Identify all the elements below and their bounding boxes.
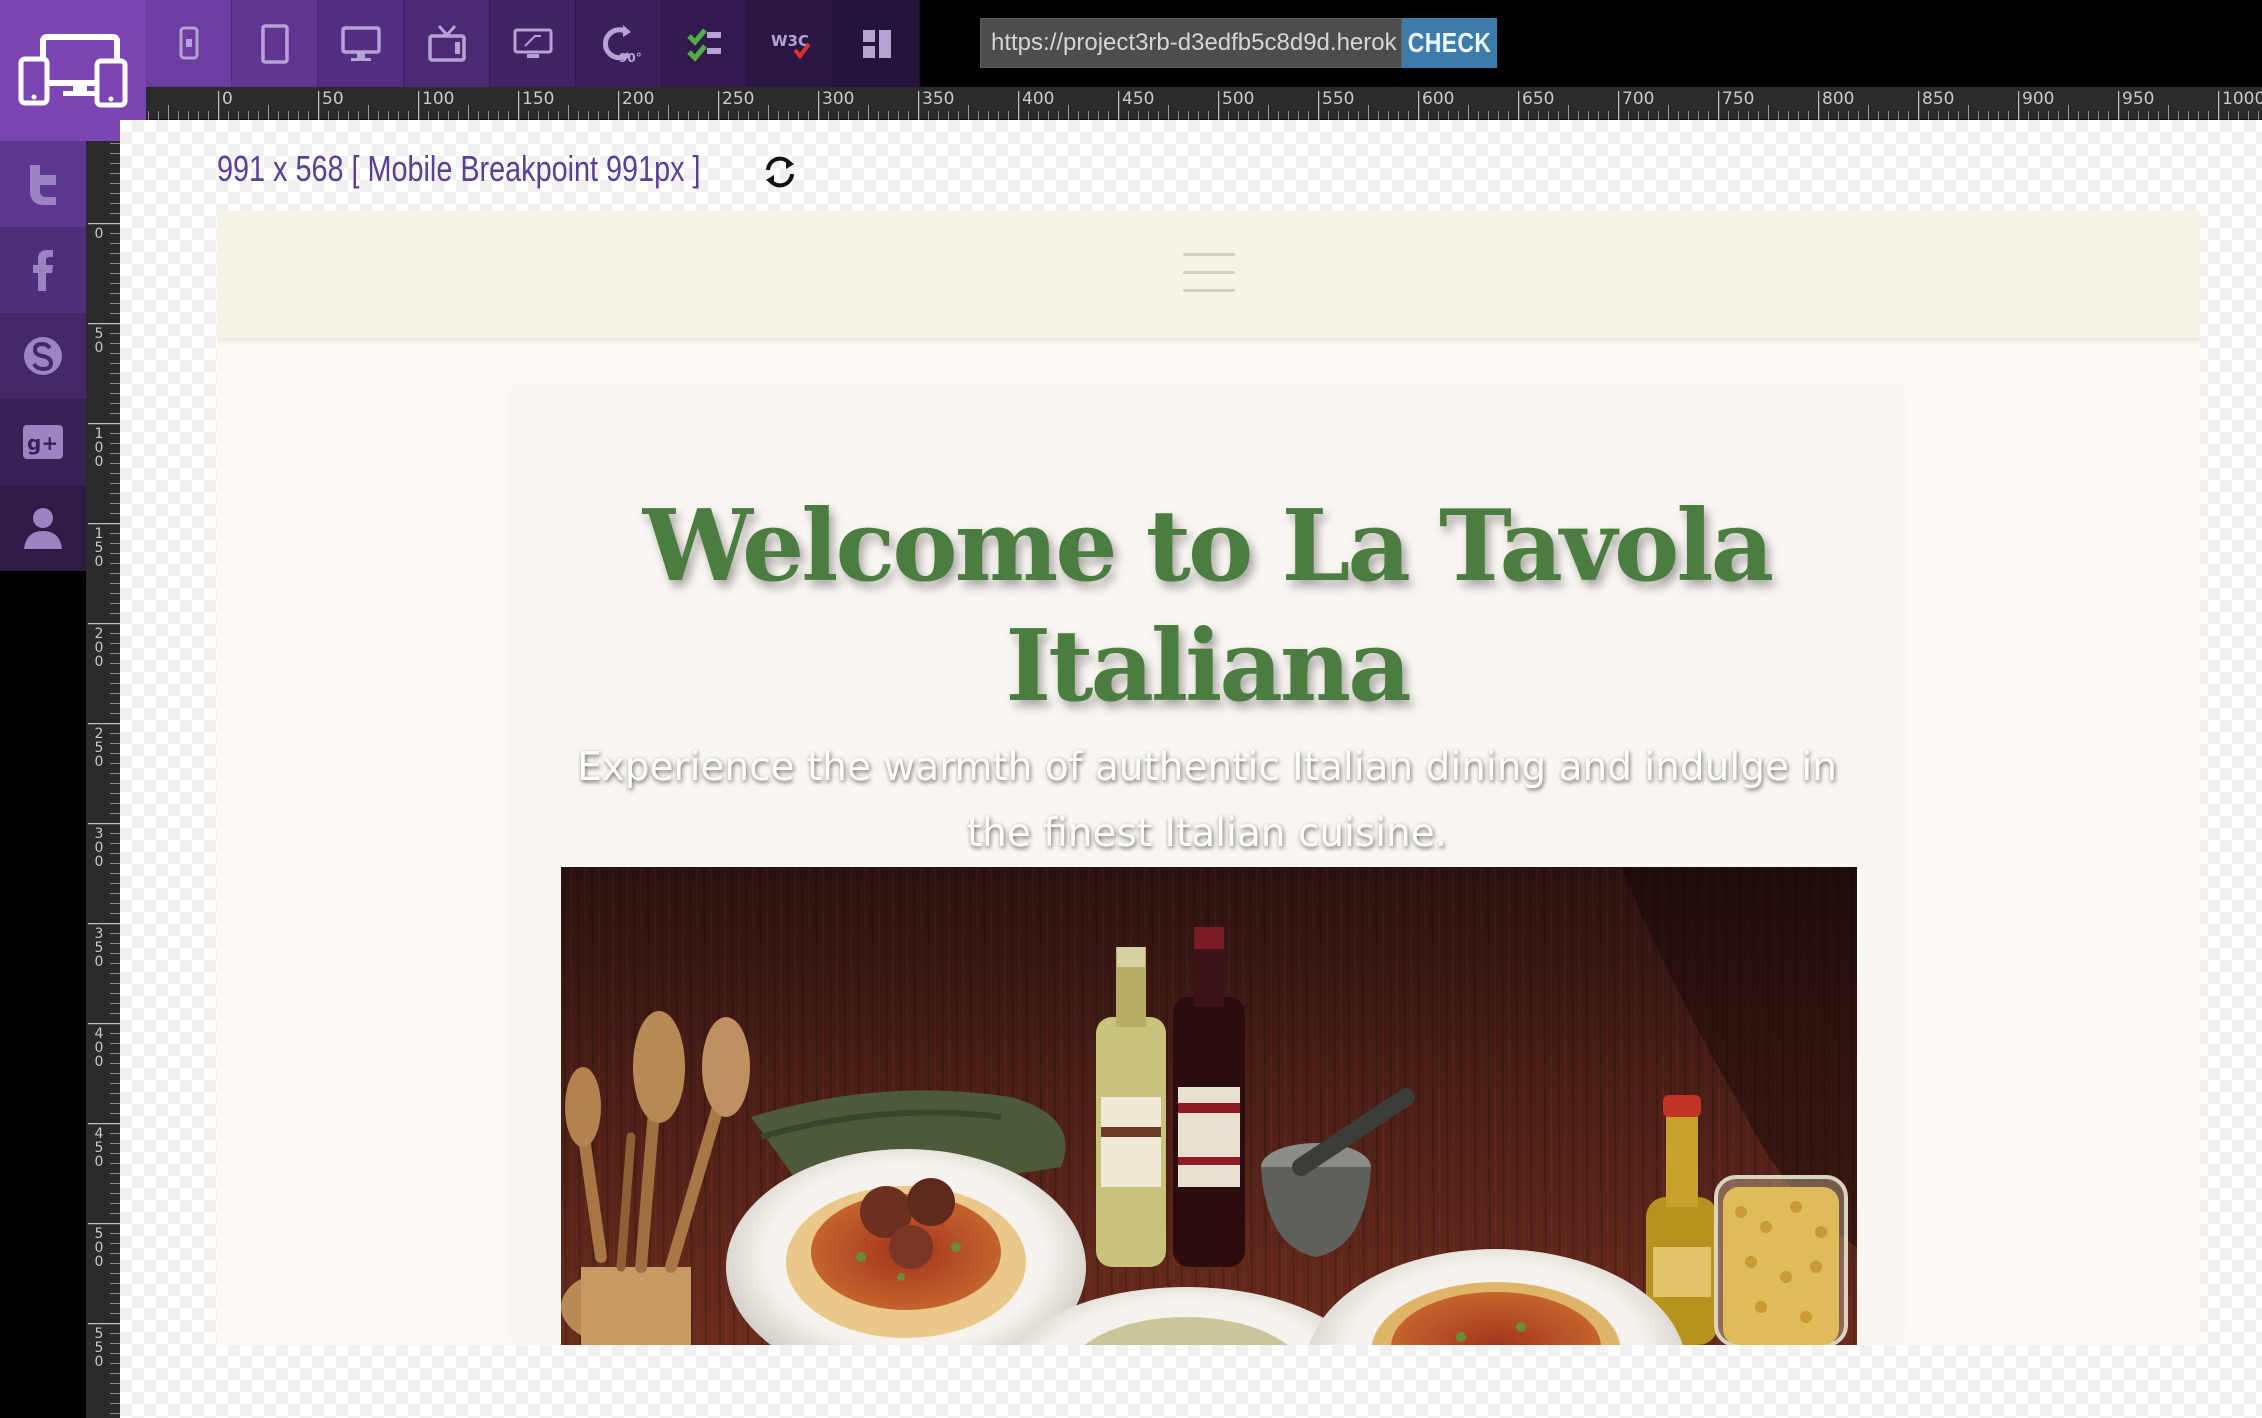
ruler-v-label: 50 — [94, 326, 104, 356]
ruler-h-label: 350 — [922, 89, 955, 109]
ruler-v-label: 350 — [94, 926, 104, 970]
toolbar-phone-button[interactable] — [146, 0, 232, 87]
ruler-v-label: 100 — [94, 426, 104, 470]
devices-logo-icon — [18, 33, 128, 107]
italian-food-table-image — [561, 867, 1857, 1345]
social-sidebar: g+ — [0, 141, 86, 571]
ruler-h-label: 950 — [2122, 89, 2155, 109]
ruler-v-label: 500 — [94, 1226, 104, 1270]
sidebar-item-google-plus[interactable]: g+ — [0, 399, 86, 485]
ruler-v-label: 400 — [94, 1026, 104, 1070]
ruler-h-label: 900 — [2022, 89, 2055, 109]
desktop-icon — [340, 25, 381, 61]
user-icon — [24, 508, 62, 549]
ruler-v-label: 450 — [94, 1126, 104, 1170]
sidebar-item-facebook[interactable] — [0, 227, 86, 313]
toolbar-book-button[interactable] — [834, 0, 920, 87]
ruler-v-label: 300 — [94, 826, 104, 870]
skype-icon — [24, 337, 62, 375]
widescreen-icon — [513, 28, 552, 58]
book-icon — [862, 29, 891, 58]
ruler-h-label: 200 — [622, 89, 655, 109]
checklist-icon — [686, 27, 721, 62]
w3c-label: W3C — [771, 32, 809, 50]
ruler-v-label: 0 — [94, 226, 104, 242]
ruler-h-label: 500 — [1222, 89, 1255, 109]
tv-icon — [427, 24, 466, 62]
hamburger-menu-icon[interactable] — [1183, 253, 1235, 293]
site-navbar — [217, 211, 2200, 338]
ruler-h-label: 450 — [1122, 89, 1155, 109]
toolbar-widescreen-button[interactable] — [490, 0, 576, 87]
url-input[interactable]: https://project3rb-d3edfb5c8d9d.herok — [980, 18, 1402, 68]
google-plus-icon: g+ — [23, 425, 63, 459]
w3c-icon: W3C — [771, 32, 811, 59]
smartphone-icon — [179, 26, 198, 59]
device-toolbar: 90° W3C — [146, 0, 920, 87]
rotate-90-label: 90° — [619, 51, 641, 65]
check-button[interactable]: CHECK — [1402, 18, 1498, 68]
ruler-v-label: 250 — [94, 726, 104, 770]
toolbar-rotate-button[interactable]: 90° — [576, 0, 662, 87]
sidebar-item-twitter[interactable] — [0, 141, 86, 227]
ruler-v-label: 200 — [94, 626, 104, 670]
ruler-h-label: 750 — [1722, 89, 1755, 109]
sidebar-item-skype[interactable] — [0, 313, 86, 399]
facebook-icon — [33, 250, 53, 291]
ruler-h-label: 550 — [1322, 89, 1355, 109]
refresh-icon[interactable] — [760, 152, 800, 192]
ruler-h-label: 100 — [422, 89, 455, 109]
hero-title: Welcome to La Tavola Italiana — [642, 489, 1774, 724]
ruler-h-label: 800 — [1822, 89, 1855, 109]
toolbar-w3c-button[interactable]: W3C — [748, 0, 834, 87]
previewed-site: Welcome to La Tavola Italiana Experience… — [217, 211, 2200, 1345]
viewport-dimension-label: 991 x 568 [ Mobile Breakpoint 991px ] — [217, 148, 701, 189]
ruler-h-label: 700 — [1622, 89, 1655, 109]
ruler-v-label: 150 — [94, 526, 104, 570]
toolbar-tv-button[interactable] — [404, 0, 490, 87]
responsive-tester-app: 90° W3C https://project3rb-d3edfb5c8d9d.… — [0, 0, 2262, 1418]
rotate-90-icon: 90° — [602, 24, 641, 65]
ruler-h-label: 1000 — [2222, 89, 2262, 109]
hero-section: Welcome to La Tavola Italiana Experience… — [513, 387, 1901, 1345]
ruler-h-label: 150 — [522, 89, 555, 109]
ruler-h-label: 400 — [1022, 89, 1055, 109]
ruler-v-label: 550 — [94, 1326, 104, 1370]
ruler-h-label: 50 — [322, 89, 344, 109]
toolbar-checklist-button[interactable] — [662, 0, 748, 87]
ruler-h-label: 250 — [722, 89, 755, 109]
ruler-h-label: 0 — [222, 89, 233, 109]
twitter-icon — [30, 165, 56, 205]
ruler-h-label: 600 — [1422, 89, 1455, 109]
ruler-h-label: 650 — [1522, 89, 1555, 109]
vertical-ruler: 0 50 100 150 200 250 300 350 400 450 500 550 — [86, 141, 120, 1418]
hero-food-image — [561, 867, 1857, 1345]
ruler-h-label: 300 — [822, 89, 855, 109]
toolbar-tablet-button[interactable] — [232, 0, 318, 87]
svg-text:g+: g+ — [27, 431, 58, 455]
toolbar-desktop-button[interactable] — [318, 0, 404, 87]
tablet-icon — [260, 23, 289, 64]
horizontal-ruler: 0 50 100 150 200 250 300 350 400 450 500 550 600 650 7… — [146, 87, 2262, 120]
ruler-h-label: 850 — [1922, 89, 1955, 109]
sidebar-item-user[interactable] — [0, 485, 86, 571]
hero-subtitle: Experience the warmth of authentic Itali… — [577, 745, 1837, 856]
